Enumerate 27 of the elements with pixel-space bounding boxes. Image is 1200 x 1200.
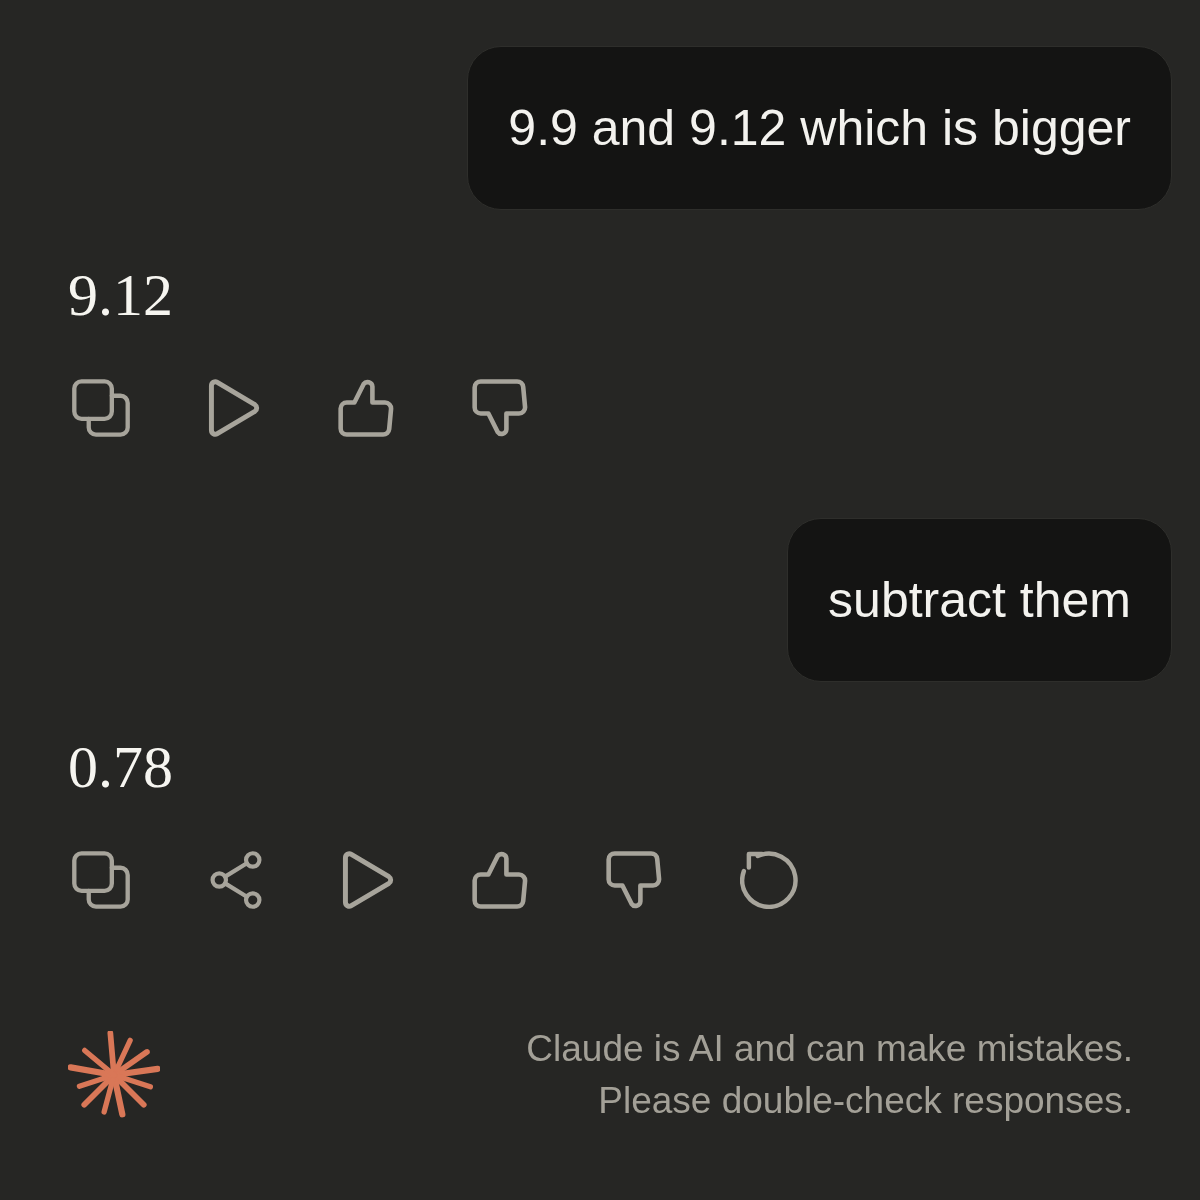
thumbs-up-button[interactable] [338, 379, 394, 437]
response-text: 0.78 [68, 737, 173, 797]
thumbs-down-button[interactable] [472, 379, 528, 437]
response-text: 9.12 [68, 265, 173, 325]
thumbs-down-icon [472, 379, 528, 437]
disclaimer-text: Please double-check responses. [598, 1079, 1133, 1123]
copy-icon [72, 851, 130, 909]
message-text: 9.9 and 9.12 which is bigger [508, 99, 1131, 158]
play-icon [208, 379, 260, 437]
thumbs-up-icon [472, 851, 528, 909]
retry-button[interactable] [740, 851, 798, 909]
play-button[interactable] [342, 851, 394, 909]
thumbs-up-icon [338, 379, 394, 437]
starburst-logo-icon [68, 1031, 160, 1119]
disclaimer-text: Claude is AI and can make mistakes. [526, 1027, 1133, 1071]
retry-icon [740, 851, 798, 909]
message-text: subtract them [828, 571, 1131, 630]
play-button[interactable] [208, 379, 260, 437]
copy-icon [72, 379, 130, 437]
share-icon [208, 851, 264, 909]
play-icon [342, 851, 394, 909]
copy-button[interactable] [72, 851, 130, 909]
thumbs-up-button[interactable] [472, 851, 528, 909]
thumbs-down-button[interactable] [606, 851, 662, 909]
thumbs-down-icon [606, 851, 662, 909]
share-button[interactable] [208, 851, 264, 909]
copy-button[interactable] [72, 379, 130, 437]
